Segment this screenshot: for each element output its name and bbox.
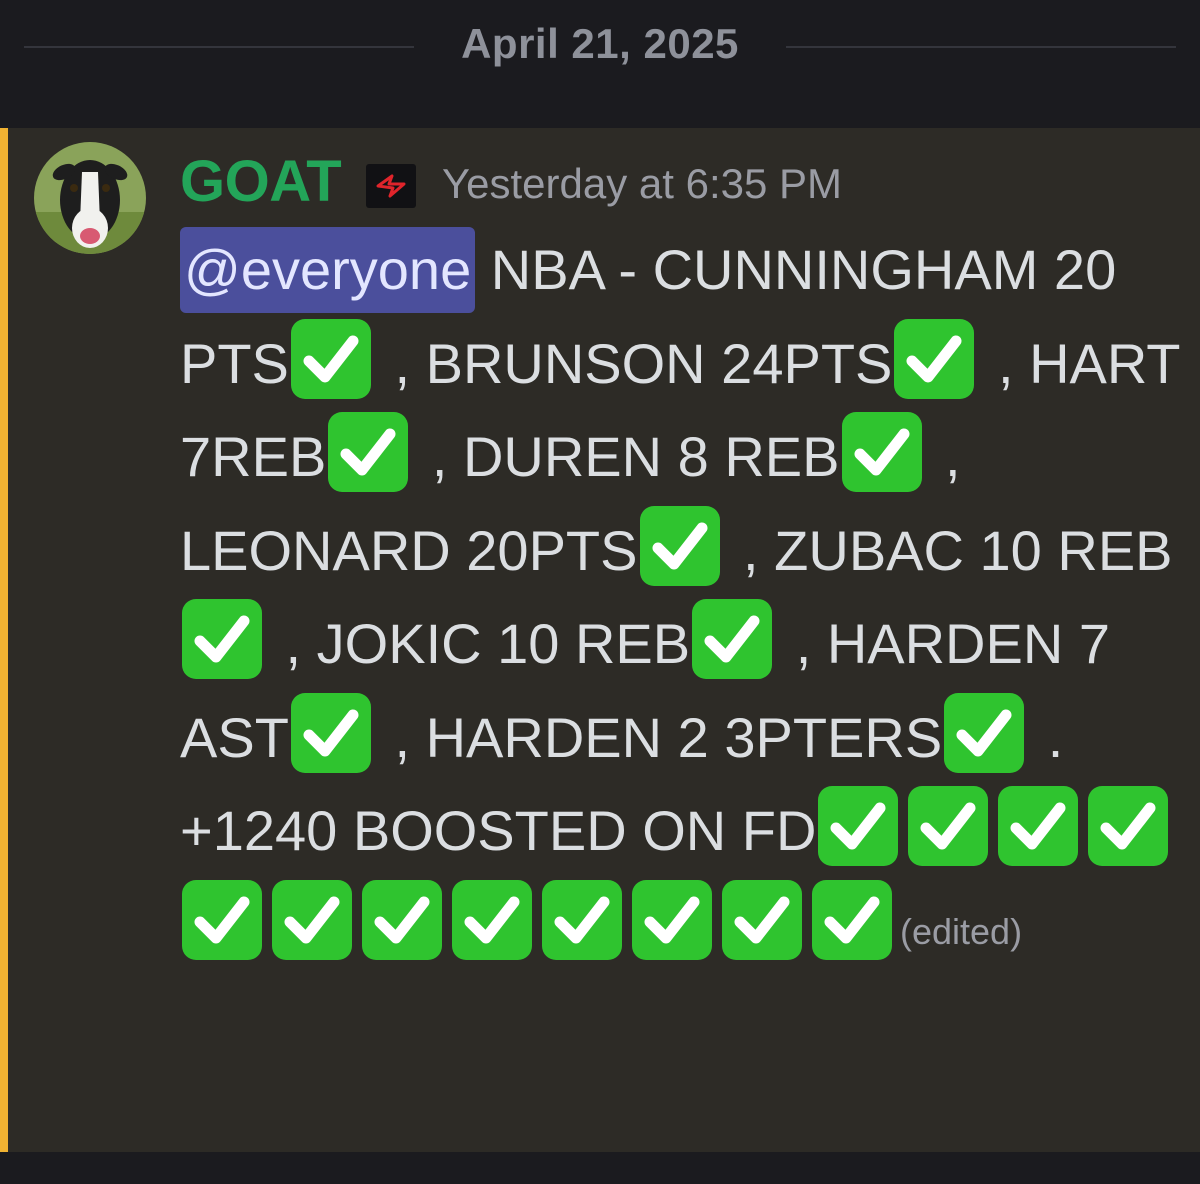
divider-date: April 21, 2025 — [461, 20, 739, 67]
message-text-segment: , ZUBAC 10 REB — [727, 518, 1173, 582]
goat-avatar-icon — [34, 142, 146, 254]
edited-label: (edited) — [900, 910, 1023, 952]
white-heavy-check-mark-icon — [722, 879, 802, 960]
white-heavy-check-mark-icon — [182, 599, 262, 679]
white-heavy-check-mark-icon — [841, 412, 922, 492]
date-divider: April 21, 2025 — [0, 0, 1200, 128]
divider-line-right — [786, 46, 1176, 48]
message-text-segment: , BRUNSON 24PTS — [378, 331, 893, 395]
white-heavy-check-mark-icon — [182, 879, 262, 960]
message-timestamp[interactable]: Yesterday at 6:35 PM — [442, 160, 842, 208]
white-heavy-check-mark-icon — [1088, 786, 1169, 866]
white-heavy-check-mark-icon — [908, 786, 989, 866]
avatar[interactable] — [34, 142, 146, 254]
white-heavy-check-mark-icon — [944, 692, 1025, 773]
white-heavy-check-mark-icon — [290, 692, 371, 773]
everyone-mention[interactable]: @everyone — [180, 227, 476, 313]
white-heavy-check-mark-icon — [639, 505, 720, 586]
role-badge-icon[interactable] — [366, 164, 416, 208]
message-text-segment: , HARDEN 2 3PTERS — [378, 705, 943, 769]
message-content: @everyone NBA - CUNNINGHAM 20 PTS , BRUN… — [180, 224, 1180, 978]
white-heavy-check-mark-icon — [272, 879, 352, 960]
white-heavy-check-mark-icon — [812, 879, 892, 960]
bottom-strip — [0, 1152, 1200, 1184]
mention-highlight-bar — [0, 128, 8, 1152]
white-heavy-check-mark-icon — [894, 318, 975, 399]
white-heavy-check-mark-icon — [998, 786, 1079, 866]
white-heavy-check-mark-icon — [290, 318, 371, 399]
author-name[interactable]: GOAT — [180, 148, 342, 215]
chat-message[interactable]: GOAT Yesterday at 6:35 PM @everyone NBA … — [0, 128, 1200, 1152]
white-heavy-check-mark-icon — [542, 879, 622, 960]
white-heavy-check-mark-icon — [632, 879, 712, 960]
white-heavy-check-mark-icon — [692, 599, 773, 679]
message-text-segment: , DUREN 8 REB — [416, 425, 840, 488]
message-text-segment: , JOKIC 10 REB — [270, 612, 691, 675]
white-heavy-check-mark-icon — [452, 879, 532, 960]
white-heavy-check-mark-icon — [818, 786, 899, 866]
white-heavy-check-mark-icon — [328, 412, 409, 492]
white-heavy-check-mark-icon — [362, 879, 442, 960]
